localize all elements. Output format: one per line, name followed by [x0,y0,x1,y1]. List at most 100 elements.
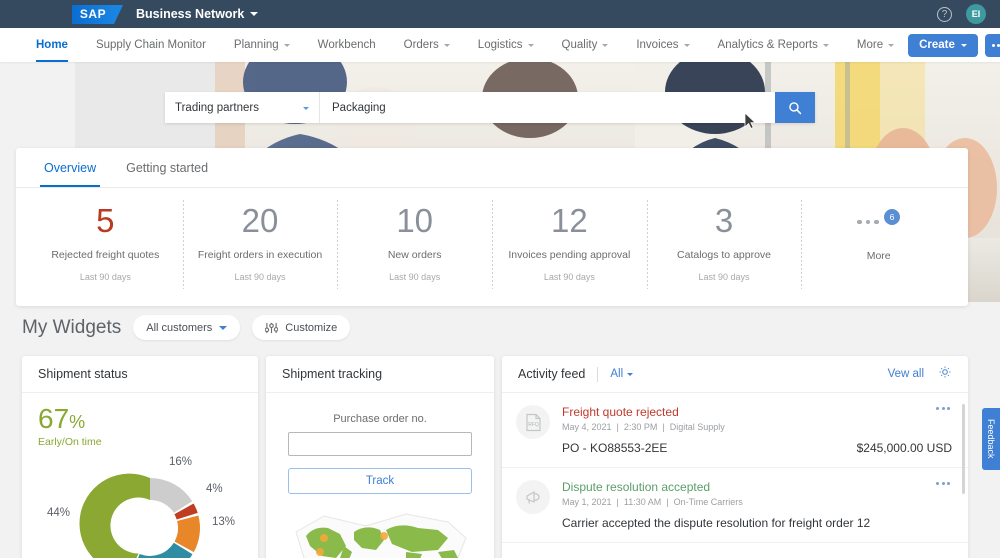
chevron-down-icon [822,44,829,47]
world-map [288,508,472,558]
chevron-down-icon [627,373,634,376]
nav-item-planning[interactable]: Planning [220,28,304,62]
donut-label-late: 13% [212,516,236,528]
overview-card: Overview Getting started 5 Rejected frei… [16,148,968,306]
shipment-status-headline-unit: % [69,412,86,432]
nav-item-home[interactable]: Home [22,28,82,62]
nav-item-quality[interactable]: Quality [548,28,623,62]
purchase-order-input[interactable] [288,432,472,456]
activity-item-title: Freight quote rejected [562,405,679,419]
my-widgets-header: My Widgets All customers Customize [22,315,351,340]
activity-item-date: May 1, 2021 [562,497,612,507]
nav-item-label: More [856,39,884,51]
shipment-tracking-body: Purchase order no. Track [266,393,494,558]
activity-item-date: May 4, 2021 [562,422,612,432]
sap-business-network-home: SAP Business Network ? EI Home Supply Ch… [0,0,1000,558]
shipment-status-donut-chart: 16% 4% 13% 44% [22,450,258,558]
purchase-order-label: Purchase order no. [333,413,427,425]
sap-logo-text: SAP [79,7,107,21]
overflow-actions-button[interactable] [984,33,1000,57]
nav-item-more[interactable]: More [843,28,908,62]
kpi-rejected-freight-quotes[interactable]: 5 Rejected freight quotes Last 90 days [28,196,183,305]
activity-filter-dropdown[interactable]: All [610,368,634,380]
kpi-timeframe: Last 90 days [79,271,131,282]
shell-bar: SAP Business Network ? EI [0,0,1000,28]
map-marker [316,548,324,556]
shell-title-text: Business Network [136,7,245,21]
kpi-timeframe: Last 90 days [389,271,441,282]
activity-item[interactable]: Dispute resolution accepted May 1, 2021 … [502,468,968,543]
nav-item-label: Invoices [636,39,679,51]
create-button[interactable]: Create [908,33,978,57]
search-scope-dropdown[interactable]: Trading partners [165,92,320,123]
question-mark-icon[interactable]: ? [937,6,952,22]
kpi-new-orders[interactable]: 10 New orders Last 90 days [337,196,492,305]
search-input[interactable] [320,92,775,123]
donut-chart-svg [79,473,200,558]
nav-item-label: Orders [403,39,439,51]
nav-item-workbench[interactable]: Workbench [304,28,390,62]
shell-title[interactable]: Business Network [136,7,259,21]
chevron-down-icon [527,44,534,47]
donut-segment-early-on-time [79,473,150,558]
widget-shipment-status: Shipment status 67% Early/On time 16% 4%… [22,356,258,558]
gear-icon[interactable] [938,365,952,384]
nav-item-logistics[interactable]: Logistics [464,28,548,62]
kpi-label: Catalogs to approve [677,248,772,261]
activity-item-detail-row: Carrier accepted the dispute resolution … [562,516,952,530]
widget-activity-feed: Activity feed All Vew all RFQ Freight qu… [502,356,968,558]
kpi-catalogs-to-approve[interactable]: 3 Catalogs to approve Last 90 days [646,196,802,305]
tab-label: Getting started [126,160,209,175]
tab-getting-started[interactable]: Getting started [122,148,212,187]
activity-item-party: On-Time Carriers [673,497,743,507]
avatar[interactable]: EI [966,4,986,24]
nav-item-label: Planning [233,39,279,51]
nav-item-analytics-and-reports[interactable]: Analytics & Reports [704,28,843,62]
track-button[interactable]: Track [288,468,472,494]
customize-button[interactable]: Customize [252,315,351,340]
donut-segment-in-transit [150,478,193,513]
kpi-value: 12 [550,202,588,239]
widget-title: Shipment tracking [282,367,383,381]
overflow-dots-icon[interactable] [936,407,950,410]
chevron-down-icon [303,106,309,110]
overflow-dots-icon [991,43,995,47]
overflow-dots-icon[interactable] [936,482,950,485]
customer-filter-value: All customers [146,321,213,334]
chevron-down-icon [283,44,290,47]
kpi-value: 10 [396,202,434,239]
kpi-freight-orders-in-execution[interactable]: 20 Freight orders in execution Last 90 d… [182,196,338,305]
kpi-label: Rejected freight quotes [51,248,160,261]
sliders-icon [265,322,279,333]
kpi-more[interactable]: 6 More [801,196,956,305]
activity-item-text: Carrier accepted the dispute resolution … [562,516,871,530]
shipment-status-headline: 67% [22,393,258,433]
kpi-timeframe: Last 90 days [234,271,286,282]
view-all-link[interactable]: Vew all [888,368,924,380]
activity-item[interactable]: RFQ Freight quote rejected May 4, 2021 |… [502,393,968,468]
nav-item-supply-chain-monitor[interactable]: Supply Chain Monitor [82,28,220,62]
nav-item-label: Workbench [317,39,376,51]
nav-item-label: Analytics & Reports [717,39,818,51]
activity-feed-scrollbar[interactable] [962,404,965,494]
page-title: My Widgets [22,316,122,338]
create-button-label: Create [919,39,955,51]
donut-label-delayed: 4% [206,483,223,495]
customer-filter-dropdown[interactable]: All customers [133,315,241,340]
tab-overview[interactable]: Overview [40,148,101,187]
activity-item-body: Dispute resolution accepted May 1, 2021 … [562,480,952,530]
nav-item-label: Logistics [477,39,523,51]
overflow-dots-icon: 6 [857,204,900,240]
map-marker [380,532,388,540]
shipment-status-headline-value: 67 [38,403,70,434]
global-search-bar: Trading partners [165,92,815,123]
widget-title: Activity feed [518,367,586,381]
activity-item-meta: May 1, 2021 | 11:30 AM | On-Time Carrier… [562,497,743,507]
kpi-invoices-pending-approval[interactable]: 12 Invoices pending approval Last 90 day… [492,196,647,305]
nav-item-orders[interactable]: Orders [390,28,464,62]
widget-title: Shipment status [38,367,128,381]
search-button[interactable] [775,92,815,123]
feedback-tab[interactable]: Feedback [982,408,1000,470]
nav-item-invoices[interactable]: Invoices [622,28,703,62]
activity-item-detail-row: PO - KO88553-2EE $245,000.00 USD [562,441,952,455]
